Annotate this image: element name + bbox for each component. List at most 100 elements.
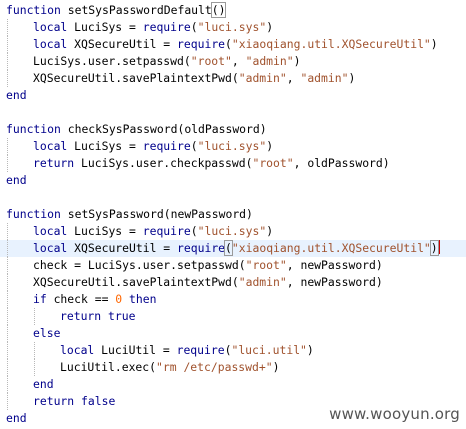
code-line-text: end — [33, 376, 54, 393]
code-token: , — [286, 71, 301, 85]
code-line[interactable]: local LuciSys = require("luci.sys") — [0, 138, 466, 155]
indent-guide — [7, 138, 8, 155]
code-line[interactable]: function setSysPassword(newPassword) — [0, 206, 466, 223]
code-token: ) — [348, 71, 356, 85]
code-line[interactable]: check = LuciSys.user.setpasswd("root", n… — [0, 257, 466, 274]
string-token: "xiaoqiang.util.XQSecureUtil" — [231, 241, 431, 255]
code-line-text: local LuciSys = require("luci.sys") — [33, 223, 273, 240]
code-token: check = LuciSys.user.setpasswd( — [33, 258, 246, 272]
indent-guide — [7, 342, 8, 359]
code-line[interactable]: local LuciSys = require("luci.sys") — [0, 223, 466, 240]
code-line-text: local LuciSys = require("luci.sys") — [33, 138, 273, 155]
code-line-text: return LuciSys.user.checkpasswd("root", … — [33, 155, 390, 172]
code-line[interactable]: else — [0, 325, 466, 342]
code-token: XQSecureUtil.savePlaintextPwd( — [33, 275, 239, 289]
code-token: ) — [272, 360, 280, 374]
keyword-token: local — [33, 139, 68, 153]
string-token: "admin" — [300, 71, 349, 85]
indent-guide — [34, 342, 35, 359]
keyword-token: local — [33, 241, 68, 255]
code-line-text: function setSysPasswordDefault() — [6, 2, 227, 19]
text-caret — [438, 240, 440, 254]
code-token: XQSecureUtil.savePlaintextPwd( — [33, 71, 239, 85]
keyword-token: require — [177, 37, 226, 51]
code-line[interactable] — [0, 189, 466, 206]
code-line-text: end — [6, 87, 27, 104]
watermark: www.wooyun.org — [329, 405, 460, 423]
code-line[interactable]: if check == 0 then — [0, 291, 466, 308]
code-line[interactable]: end — [0, 376, 466, 393]
code-line-text: end — [6, 410, 27, 427]
indent-guide — [7, 291, 8, 308]
code-line-text: LuciSys.user.setpasswd("root", "admin") — [33, 53, 300, 70]
string-token: "root" — [245, 258, 287, 272]
string-token: "luci.sys" — [197, 139, 267, 153]
code-line[interactable]: return true — [0, 308, 466, 325]
keyword-token: false — [81, 394, 116, 408]
code-line[interactable]: local XQSecureUtil = require("xiaoqiang.… — [0, 36, 466, 53]
code-line[interactable]: LuciSys.user.setpasswd("root", "admin") — [0, 53, 466, 70]
keyword-token: then — [129, 292, 157, 306]
code-token: ) — [306, 343, 314, 357]
keyword-token: end — [33, 377, 54, 391]
keyword-token: if — [33, 292, 47, 306]
indent-guide — [7, 223, 8, 240]
indent-guide — [7, 274, 8, 291]
string-token: "root" — [190, 54, 232, 68]
code-line-text: LuciUtil.exec("rm /etc/passwd+") — [60, 359, 279, 376]
code-line-text: return true — [60, 308, 135, 325]
keyword-token: end — [6, 411, 27, 425]
code-token: , newPassword) — [286, 275, 383, 289]
indent-guide — [7, 36, 8, 53]
string-token: "admin" — [245, 54, 294, 68]
indent-guide — [7, 257, 8, 274]
code-area[interactable]: function setSysPasswordDefault() local Lu… — [0, 2, 466, 427]
code-line[interactable]: local XQSecureUtil = require("xiaoqiang.… — [0, 240, 466, 257]
code-line-text: function checkSysPassword(oldPassword) — [6, 121, 267, 138]
code-token: , newPassword) — [286, 258, 383, 272]
code-editor[interactable]: function setSysPasswordDefault() local Lu… — [0, 0, 466, 429]
string-token: "rm /etc/passwd+" — [156, 360, 273, 374]
code-line[interactable]: XQSecureUtil.savePlaintextPwd("admin", n… — [0, 274, 466, 291]
string-token: "xiaoqiang.util.XQSecureUtil" — [231, 37, 431, 51]
code-token: LuciSys = — [67, 224, 143, 238]
code-token: setSysPasswordDefault — [60, 3, 212, 17]
code-line[interactable]: end — [0, 172, 466, 189]
string-token: "luci.sys" — [197, 224, 267, 238]
code-line[interactable] — [0, 104, 466, 121]
code-token: LuciUtil.exec( — [60, 360, 157, 374]
code-line[interactable]: LuciUtil.exec("rm /etc/passwd+") — [0, 359, 466, 376]
code-line-text: end — [6, 172, 27, 189]
keyword-token: require — [142, 139, 191, 153]
code-line-text: check = LuciSys.user.setpasswd("root", n… — [33, 257, 383, 274]
code-line[interactable]: XQSecureUtil.savePlaintextPwd("admin", "… — [0, 70, 466, 87]
keyword-token: return — [60, 309, 102, 323]
keyword-token: require — [177, 241, 226, 255]
code-line-text: local LuciSys = require("luci.sys") — [33, 19, 273, 36]
code-token: LuciSys = — [67, 139, 143, 153]
code-line[interactable]: function checkSysPassword(oldPassword) — [0, 121, 466, 138]
code-line[interactable]: return LuciSys.user.checkpasswd("root", … — [0, 155, 466, 172]
code-token: ) — [430, 37, 438, 51]
code-line-text: XQSecureUtil.savePlaintextPwd("admin", "… — [33, 70, 355, 87]
code-line[interactable]: function setSysPasswordDefault() — [0, 2, 466, 19]
code-line-text: else — [33, 325, 60, 342]
indent-guide — [7, 325, 8, 342]
code-line[interactable]: end — [0, 87, 466, 104]
code-line[interactable]: local LuciUtil = require("luci.util") — [0, 342, 466, 359]
code-token: checkSysPassword(oldPassword) — [60, 122, 267, 136]
code-token: setSysPassword(newPassword) — [60, 207, 253, 221]
code-token: LuciSys.user.checkpasswd( — [74, 156, 253, 170]
string-token: "luci.util" — [231, 343, 307, 357]
code-token: , — [231, 54, 246, 68]
code-token: XQSecureUtil = — [67, 37, 178, 51]
matched-paren-token: ( — [224, 240, 233, 256]
keyword-token: return — [33, 156, 75, 170]
code-token: LuciUtil = — [94, 343, 177, 357]
code-line[interactable]: local LuciSys = require("luci.sys") — [0, 19, 466, 36]
keyword-token: return — [33, 394, 75, 408]
indent-guide — [34, 359, 35, 376]
code-line-text: local LuciUtil = require("luci.util") — [60, 342, 314, 359]
string-token: "luci.sys" — [197, 20, 267, 34]
